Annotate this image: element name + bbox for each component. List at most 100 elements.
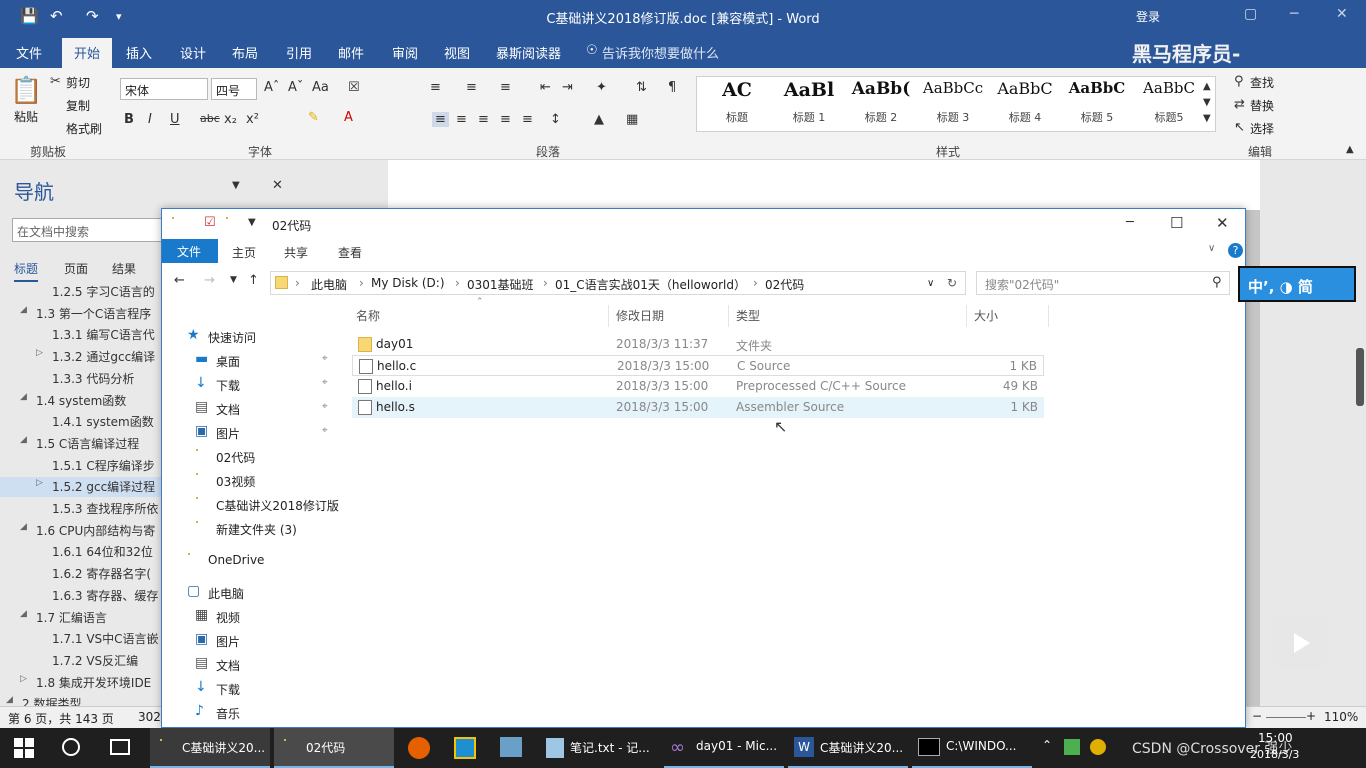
chinese-layout-icon[interactable]: ✦ xyxy=(596,80,607,95)
align-left-icon[interactable]: ≡ xyxy=(432,112,449,127)
forward-icon[interactable]: → xyxy=(204,273,215,288)
properties-icon[interactable]: ☑ xyxy=(204,215,216,230)
underline-icon[interactable]: U xyxy=(170,112,180,127)
tab-insert[interactable]: 插入 xyxy=(126,43,152,62)
distribute-icon[interactable]: ≡ xyxy=(522,112,533,127)
collapse-ribbon-icon[interactable]: ▲ xyxy=(1346,144,1354,155)
nav-heading-item[interactable]: 1.5.3 查找程序所依 xyxy=(0,499,162,519)
nav-heading-item[interactable]: ◢ 1.6 CPU内部结构与寄 xyxy=(0,521,162,541)
nav-close-icon[interactable]: ✕ xyxy=(272,178,283,193)
address-bar[interactable]: › 此电脑 › My Disk (D:) › 0301基础班 › 01_C语言实… xyxy=(270,271,966,295)
nav-heading-item[interactable]: 1.4.1 system函数 xyxy=(0,412,162,432)
tab-references[interactable]: 引用 xyxy=(286,43,312,62)
crumb-separator-icon[interactable]: › xyxy=(753,276,758,290)
increase-indent-icon[interactable]: ⇥ xyxy=(562,80,573,95)
styles-more-icon[interactable]: ▼ xyxy=(1203,113,1211,124)
explorer-search-input[interactable]: 搜索"02代码" xyxy=(976,271,1230,295)
clear-format-icon[interactable]: ☒ xyxy=(348,80,360,95)
zoom-in-icon[interactable]: + xyxy=(1306,709,1316,723)
nav-tab-headings[interactable]: 标题 xyxy=(14,260,39,282)
format-painter-button[interactable]: 格式刷 xyxy=(66,120,102,137)
tree-item[interactable]: ▬ 桌面 ⌖ xyxy=(194,351,338,371)
nav-heading-item[interactable]: ▷ 1.8 集成开发环境IDE xyxy=(0,673,162,693)
ribbon-options-icon[interactable]: ▢ xyxy=(1244,6,1257,22)
taskbar-item-visual-studio[interactable]: ∞ day01 - Mic... xyxy=(664,728,784,768)
tell-me-box[interactable]: 告诉我你想要做什么 xyxy=(602,43,719,62)
highlight-icon[interactable]: ✎ xyxy=(308,110,319,125)
column-type[interactable]: 类型 xyxy=(736,307,760,324)
nav-heading-item[interactable]: ◢ 1.7 汇编语言 xyxy=(0,608,162,628)
tree-item[interactable]: ▦ 视频 xyxy=(194,607,338,627)
tree-item[interactable]: ★ 快速访问 xyxy=(186,327,338,347)
taskbar-item-cmd[interactable]: C:\WINDO... xyxy=(912,728,1032,768)
tree-item[interactable]: ♪ 音乐 xyxy=(194,703,338,723)
tree-item[interactable]: ▢ 此电脑 xyxy=(186,583,338,603)
bullets-icon[interactable]: ≡ xyxy=(430,80,441,95)
change-case-icon[interactable]: Aa xyxy=(312,80,329,95)
ex-tab-share[interactable]: 共享 xyxy=(284,244,308,261)
tab-home[interactable]: 开始 xyxy=(62,38,113,68)
taskbar-item-word-2[interactable]: W C基础讲义20... xyxy=(788,728,908,768)
crumb-separator-icon[interactable]: › xyxy=(359,276,364,290)
borders-icon[interactable]: ▦ xyxy=(626,112,638,127)
tree-item[interactable]: OneDrive xyxy=(186,551,338,571)
zoom-slider[interactable] xyxy=(1266,717,1306,718)
crumb-basic-class[interactable]: 0301基础班 xyxy=(467,276,534,293)
collapse-arrow-icon[interactable]: ◢ xyxy=(20,305,27,315)
new-folder-icon[interactable] xyxy=(226,217,228,219)
refresh-icon[interactable]: ↻ xyxy=(947,276,957,290)
column-size[interactable]: 大小 xyxy=(974,307,998,324)
collapse-arrow-icon[interactable]: ◢ xyxy=(20,522,27,532)
subscript-icon[interactable]: x₂ xyxy=(224,112,237,127)
nav-options-icon[interactable]: ▼ xyxy=(232,180,240,191)
shading-icon[interactable]: ▲ xyxy=(594,112,604,127)
tree-item[interactable]: 新建文件夹 (3) xyxy=(194,519,338,539)
collapse-arrow-icon[interactable]: ◢ xyxy=(6,695,13,705)
up-icon[interactable]: ↑ xyxy=(248,273,259,288)
ex-tab-view[interactable]: 查看 xyxy=(338,244,362,261)
close-icon[interactable]: ✕ xyxy=(1336,6,1348,22)
video-play-icon[interactable] xyxy=(1272,618,1328,668)
crumb-separator-icon[interactable]: › xyxy=(543,276,548,290)
select-icon[interactable]: ↖ xyxy=(1234,120,1245,135)
style-heading-5[interactable]: AaBbC 标题 5 xyxy=(1061,79,1133,129)
find-button[interactable]: 查找 xyxy=(1250,74,1274,91)
shrink-font-icon[interactable]: Aˇ xyxy=(288,80,303,95)
collapse-arrow-icon[interactable]: ▷ xyxy=(20,674,27,684)
remote-desktop-icon[interactable] xyxy=(500,737,522,757)
column-name[interactable]: 名称 xyxy=(356,307,380,324)
font-color-icon[interactable]: A xyxy=(344,110,353,125)
login-link[interactable]: 登录 xyxy=(1136,8,1160,25)
tab-file[interactable]: 文件 xyxy=(16,43,42,62)
find-icon[interactable]: ⚲ xyxy=(1234,74,1244,89)
file-row[interactable]: hello.c 2018/3/3 15:00 C Source 1 KB xyxy=(352,355,1044,376)
italic-icon[interactable]: I xyxy=(148,112,152,127)
pin-icon[interactable]: ⌖ xyxy=(322,401,328,412)
replace-icon[interactable]: ⇄ xyxy=(1234,97,1245,112)
file-row[interactable]: hello.s 2018/3/3 15:00 Assembler Source 1 K… xyxy=(352,397,1044,418)
font-size-select[interactable]: 四号 xyxy=(211,78,257,100)
vertical-scrollbar[interactable] xyxy=(1356,348,1364,406)
ex-tab-home[interactable]: 主页 xyxy=(232,244,256,261)
tab-review[interactable]: 审阅 xyxy=(392,43,418,62)
cut-button[interactable]: 剪切 xyxy=(66,74,90,91)
nav-heading-item[interactable]: 1.6.3 寄存器、缓存 xyxy=(0,586,162,606)
tab-reader[interactable]: 暴斯阅读器 xyxy=(496,43,561,62)
replace-button[interactable]: 替换 xyxy=(1250,97,1274,114)
copy-button[interactable]: 复制 xyxy=(66,97,90,114)
superscript-icon[interactable]: x² xyxy=(246,112,259,127)
crumb-day01[interactable]: 01_C语言实战01天（helloworld） xyxy=(555,276,746,293)
column-divider[interactable] xyxy=(1048,305,1049,327)
clock-date[interactable]: 2018/3/3 xyxy=(1250,748,1299,761)
tree-item[interactable]: 03视频 xyxy=(194,471,338,491)
tree-item[interactable]: ▣ 图片 xyxy=(194,631,338,651)
zoom-out-icon[interactable]: − xyxy=(1252,709,1262,723)
nav-heading-item[interactable]: ◢ 1.5 C语言编译过程 xyxy=(0,434,162,454)
pin-icon[interactable]: ⌖ xyxy=(322,353,328,364)
decrease-indent-icon[interactable]: ⇤ xyxy=(540,80,551,95)
tree-item[interactable]: C基础讲义2018修订版 xyxy=(194,495,339,515)
nav-heading-item[interactable]: 1.2.5 字习C语言的 xyxy=(0,282,162,302)
multilevel-list-icon[interactable]: ≡ xyxy=(500,80,511,95)
style-heading-4[interactable]: AaBbC 标题 4 xyxy=(989,79,1061,129)
grow-font-icon[interactable]: Aˆ xyxy=(264,80,279,95)
